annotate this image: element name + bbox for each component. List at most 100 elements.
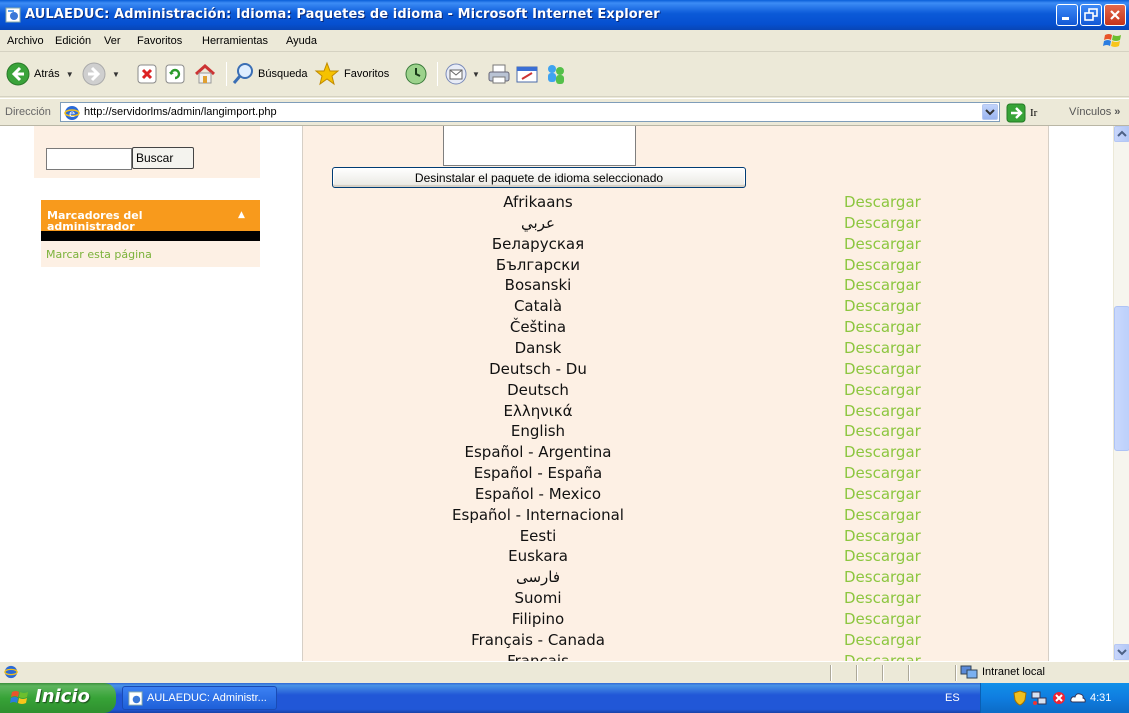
menu-edicion[interactable]: Edición [55,35,91,47]
start-button[interactable]: Inicio [0,683,116,713]
dropdown-arrow-icon[interactable]: ▼ [112,70,120,79]
download-link[interactable]: Descargar [844,422,921,440]
bookmarks-title: Marcadores del administrador [47,209,143,231]
messenger-button[interactable] [544,58,568,90]
download-link[interactable]: Descargar [844,589,921,607]
download-link[interactable]: Descargar [844,235,921,253]
close-button[interactable] [1104,4,1126,26]
links-button[interactable]: Vínculos » [1069,106,1120,118]
language-row: Eesti Descargar [303,526,1050,547]
language-row: Беларуская Descargar [303,234,1050,255]
bookmarks-block-header: Marcadores del administrador ▲ [41,200,260,231]
address-input[interactable]: e http://servidorlms/admin/langimport.ph… [60,102,1000,122]
forward-button[interactable]: ▼ [82,58,120,90]
language-name: Deutsch [507,380,569,399]
download-link[interactable]: Descargar [844,610,921,628]
installed-languages-select[interactable] [443,126,636,166]
language-row: عربي Descargar [303,213,1050,234]
download-link[interactable]: Descargar [844,568,921,586]
menu-ver[interactable]: Ver [104,35,121,47]
go-button[interactable]: Ir [1006,103,1037,123]
star-icon [314,61,340,86]
stop-button[interactable] [136,58,158,90]
printer-icon [488,64,510,84]
download-link[interactable]: Descargar [844,256,921,274]
menu-ayuda[interactable]: Ayuda [286,35,317,47]
download-link[interactable]: Descargar [844,485,921,503]
language-name: Français - Canada [471,630,605,649]
cloud-icon[interactable] [1069,690,1087,706]
favorites-label: Favoritos [344,68,390,80]
edit-button[interactable] [514,58,540,90]
home-button[interactable] [193,58,217,90]
search-block: Buscar [34,126,260,178]
address-url: http://servidorlms/admin/langimport.php [84,106,277,118]
menu-favoritos[interactable]: Favoritos [137,35,182,47]
network-icon[interactable] [1031,690,1047,706]
menu-herramientas[interactable]: Herramientas [202,35,268,47]
download-link[interactable]: Descargar [844,360,921,378]
refresh-button[interactable] [164,58,186,90]
bookmark-this-page-link[interactable]: Marcar esta página [46,248,152,261]
language-name: Dansk [514,338,562,357]
back-button[interactable]: Atrás ▼ [6,58,74,90]
system-tray: 4:31 [980,683,1129,713]
download-link[interactable]: Descargar [844,402,921,420]
language-row: فارسی Descargar [303,567,1050,588]
windows-flag-icon [1103,34,1121,47]
language-name: Euskara [508,547,568,566]
print-button[interactable] [486,58,512,90]
window-title: AULAEDUC: Administración: Idioma: Paquet… [25,7,660,22]
search-input[interactable] [46,148,132,170]
mail-button[interactable]: ▼ [444,58,480,90]
download-link[interactable]: Descargar [844,652,921,661]
windows-flag-icon [10,691,28,704]
download-link[interactable]: Descargar [844,214,921,232]
antivirus-icon[interactable] [1051,690,1067,706]
vertical-scrollbar[interactable] [1113,126,1129,661]
toolbar-separator [226,62,227,86]
search-button[interactable]: Búsqueda [232,58,308,90]
ie-page-icon [5,7,21,23]
download-link[interactable]: Descargar [844,381,921,399]
download-link[interactable]: Descargar [844,297,921,315]
start-label: Inicio [35,686,90,707]
download-link[interactable]: Descargar [844,339,921,357]
address-dropdown-button[interactable] [982,104,998,120]
history-button[interactable] [404,58,428,90]
scroll-down-button[interactable] [1114,644,1129,660]
home-icon [195,63,215,84]
taskbar-ie-window[interactable]: AULAEDUC: Administr... [122,686,277,710]
dropdown-arrow-icon[interactable]: ▼ [66,70,74,79]
menu-archivo[interactable]: Archivo [7,35,44,47]
main-content: Desinstalar el paquete de idioma selecci… [302,126,1049,661]
collapse-icon[interactable]: ▲ [238,210,245,220]
download-link[interactable]: Descargar [844,527,921,545]
download-link[interactable]: Descargar [844,318,921,336]
favorites-button[interactable]: Favoritos [314,58,389,90]
search-submit-button[interactable]: Buscar [132,147,194,169]
language-indicator[interactable]: ES [945,692,960,704]
svg-text:e: e [69,109,75,120]
download-link[interactable]: Descargar [844,443,921,461]
scroll-thumb[interactable] [1114,306,1129,451]
download-link[interactable]: Descargar [844,193,921,211]
download-link[interactable]: Descargar [844,631,921,649]
language-row: Ελληνικά Descargar [303,401,1050,422]
stop-icon [137,64,157,84]
magnifier-icon [232,63,253,84]
dropdown-arrow-icon[interactable]: ▼ [472,70,480,79]
download-link[interactable]: Descargar [844,464,921,482]
language-row: Français - Canada Descargar [303,630,1050,651]
go-label: Ir [1030,107,1038,119]
download-link[interactable]: Descargar [844,276,921,294]
scroll-up-button[interactable] [1114,126,1129,142]
download-link[interactable]: Descargar [844,547,921,565]
uninstall-language-button[interactable]: Desinstalar el paquete de idioma selecci… [332,167,746,188]
restore-button[interactable] [1080,4,1102,26]
edit-page-icon [516,66,538,83]
minimize-button[interactable] [1056,4,1078,26]
language-row: Español - España Descargar [303,463,1050,484]
download-link[interactable]: Descargar [844,506,921,524]
shield-icon[interactable] [1013,690,1027,706]
